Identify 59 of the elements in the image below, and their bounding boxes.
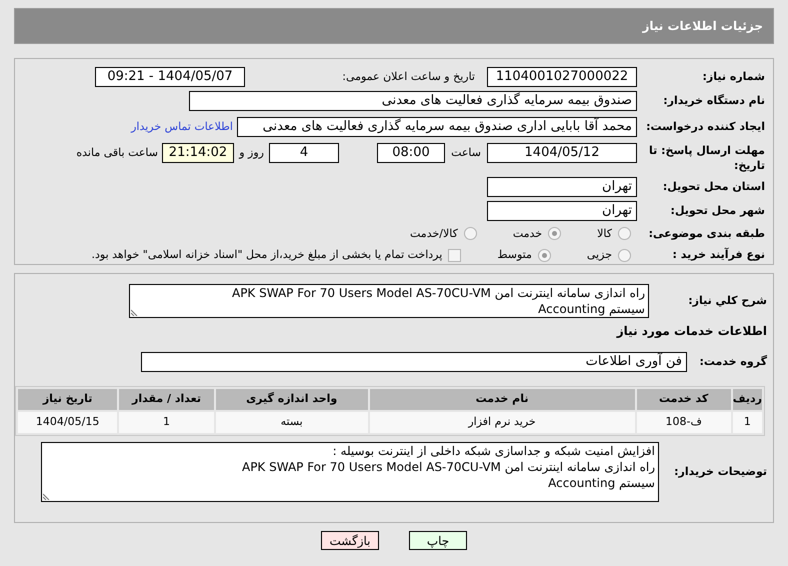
- resize-grip-icon[interactable]: [43, 493, 50, 500]
- field-label: نام دستگاه خریدار:: [662, 92, 765, 109]
- label-text: جزیی: [586, 247, 612, 263]
- text-field[interactable]: تهران: [487, 177, 637, 197]
- radio-button[interactable]: [548, 227, 562, 240]
- table-cell: ف-108: [636, 412, 731, 433]
- field-label: شماره نیاز:: [702, 68, 765, 85]
- text-area[interactable]: راه اندازی سامانه اینترنت امن APK SWAP For 70 Users Model AS-70CU-VM سیستم Accounting: [129, 284, 649, 318]
- label-text: ساعت: [450, 145, 481, 161]
- text-field[interactable]: تهران: [487, 201, 637, 221]
- column-header: واحد اندازه گیری: [216, 389, 368, 410]
- label-text: خدمت: [512, 226, 542, 242]
- text-field[interactable]: 1404/05/12: [487, 143, 637, 163]
- column-header: تعداد / مقدار: [119, 389, 214, 410]
- field-label: استان محل تحویل:: [662, 178, 765, 195]
- field-label: توضیحات خریدار:: [673, 464, 767, 480]
- field-label: مهلت ارسال پاسخ: تا تاریخ:: [648, 143, 765, 173]
- label-text: پرداخت تمام یا بخشی از مبلغ خرید،از محل "اسناد خزانه اسلامی" خواهد بود.: [92, 247, 442, 263]
- field-label: طبقه بندی موضوعی:: [648, 226, 765, 242]
- table-cell: 1404/05/15: [18, 412, 118, 433]
- text-field[interactable]: محمد آقا بابایی اداری صندوق بیمه سرمایه گذاری فعالیت های معدنی: [237, 117, 637, 137]
- label-text: ساعت باقی مانده: [76, 145, 158, 161]
- column-header: کد خدمت: [636, 389, 731, 410]
- table-cell: خرید نرم افزار: [370, 412, 635, 433]
- radio-button[interactable]: [538, 248, 551, 262]
- radio-button[interactable]: [618, 248, 631, 262]
- resize-grip-icon[interactable]: [131, 309, 138, 316]
- text-field[interactable]: صندوق بیمه سرمایه گذاری فعالیت های معدنی: [189, 91, 637, 111]
- field-label: شرح کلي نياز:: [687, 292, 767, 309]
- table-cell: 1: [732, 412, 762, 433]
- label-text: متوسط: [497, 247, 532, 263]
- field-label: گروه خدمت:: [698, 354, 767, 370]
- text-field[interactable]: فن آوری اطلاعات: [141, 352, 687, 372]
- column-header: تاریخ نیاز: [18, 389, 118, 410]
- section-title: اطلاعات خدمات مورد نیاز: [616, 324, 767, 338]
- text-field[interactable]: 4: [269, 143, 339, 163]
- radio-button[interactable]: [618, 227, 631, 240]
- field-label: شهر محل تحویل:: [670, 202, 765, 219]
- contact-link[interactable]: اطلاعات تماس خریدار: [131, 118, 233, 136]
- table-cell: بسته: [216, 412, 368, 433]
- field-label: تاریخ و ساعت اعلان عمومی:: [341, 68, 475, 85]
- header-title: جزئیات اطلاعات نیاز: [642, 18, 763, 35]
- text-field[interactable]: 1404/05/07 - 09:21: [95, 67, 245, 87]
- column-header: ردیف: [732, 389, 762, 410]
- print-button[interactable]: چاپ: [409, 531, 467, 550]
- checkbox[interactable]: [448, 248, 462, 262]
- text-field[interactable]: 08:00: [377, 143, 445, 163]
- back-button[interactable]: بازگشت: [321, 531, 379, 550]
- column-header: نام خدمت: [370, 389, 635, 410]
- table-cell: 1: [119, 412, 214, 433]
- field-label: نوع فرآیند خرید :: [672, 247, 765, 263]
- text-field[interactable]: 21:14:02: [162, 143, 234, 163]
- field-label: ایجاد کننده درخواست:: [645, 118, 765, 135]
- label-text: کالا: [597, 226, 612, 242]
- label-text: کالا/خدمت: [410, 226, 458, 242]
- text-field[interactable]: 1104001027000022: [487, 67, 637, 87]
- text-area[interactable]: افزایش امنیت شبکه و جداسازی شبکه داخلی از اینترنت بوسیله : راه اندازی سامانه اینترنت امن APK SWAP For 70 Users Model AS-70CU-VM سیستم Accounting: [41, 442, 659, 502]
- label-text: روز و: [238, 145, 264, 161]
- radio-button[interactable]: [464, 227, 477, 240]
